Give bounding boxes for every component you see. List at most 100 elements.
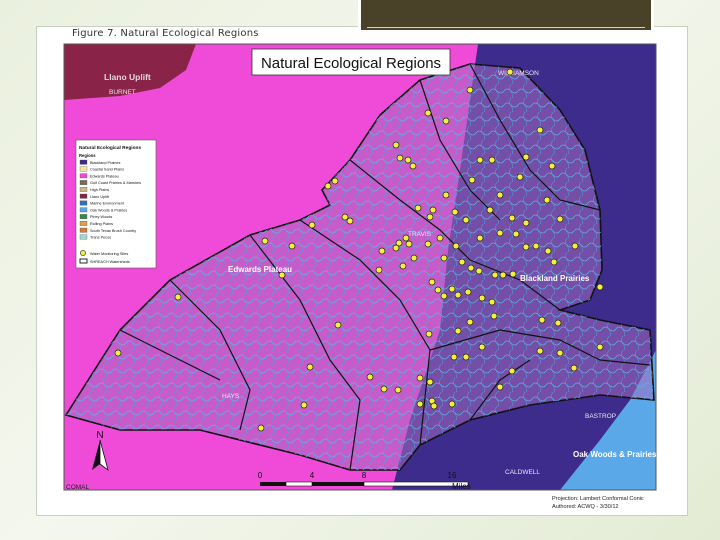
monitoring-site-marker <box>550 258 558 266</box>
legend-swatch <box>79 159 88 165</box>
monitoring-site-marker <box>571 242 579 250</box>
legend-swatch <box>79 214 88 219</box>
label-llano-uplift: Llano Uplift <box>104 72 151 82</box>
monitoring-site-marker <box>442 191 450 199</box>
monitoring-site-marker <box>278 271 286 279</box>
legend-swatch <box>79 187 88 192</box>
monitoring-site-marker <box>429 206 437 214</box>
monitoring-site-marker <box>516 173 524 181</box>
label-blackland-prairies: Blackland Prairies <box>520 274 590 283</box>
monitoring-site-marker <box>491 271 499 279</box>
monitoring-site-marker <box>440 254 448 262</box>
monitoring-site-marker <box>450 353 458 361</box>
legend-swatch <box>79 180 88 185</box>
legend-swatch <box>79 166 88 172</box>
monitoring-site-marker <box>451 208 459 216</box>
legend-swatch <box>79 234 88 240</box>
monitoring-site-marker <box>375 266 383 274</box>
monitoring-site-marker <box>522 153 530 161</box>
monitoring-site-marker <box>554 319 562 327</box>
monitoring-site-marker <box>366 373 374 381</box>
monitoring-site-marker <box>488 156 496 164</box>
monitoring-site-marker <box>454 291 462 299</box>
monitoring-site-marker <box>467 264 475 272</box>
monitoring-site-marker <box>466 318 474 326</box>
north-label: N <box>96 430 103 441</box>
monitoring-site-marker <box>556 349 564 357</box>
legend-watershed-symbol <box>79 258 88 264</box>
scale-tick-8: 8 <box>362 471 367 480</box>
monitoring-site-marker <box>436 234 444 242</box>
legend-item-label: Marine Environment <box>90 202 125 206</box>
legend-item-label: Oak Woods & Prairies <box>90 208 127 212</box>
monitoring-site-marker <box>496 191 504 199</box>
monitoring-site-marker <box>410 254 418 262</box>
monitoring-site-marker <box>486 206 494 214</box>
monitoring-site-marker <box>288 242 296 250</box>
monitoring-site-marker <box>414 204 422 212</box>
projection-text: Projection: Lambert Conformal Conic <box>552 496 644 502</box>
monitoring-site-marker <box>394 386 402 394</box>
map-title: Natural Ecological Regions <box>261 55 441 72</box>
monitoring-site-marker <box>428 278 436 286</box>
legend-item-label: Piney Woods <box>90 215 112 219</box>
scale-tick-0: 0 <box>258 471 263 480</box>
monitoring-site-marker <box>596 283 604 291</box>
monitoring-site-marker <box>402 234 410 242</box>
monitoring-site-marker <box>405 240 413 248</box>
legend-swatch <box>79 207 88 213</box>
monitoring-site-marker <box>468 176 476 184</box>
monitoring-site-marker <box>475 267 483 275</box>
monitoring-site-marker <box>324 182 332 190</box>
monitoring-site-marker <box>543 196 551 204</box>
legend-swatch <box>79 193 88 199</box>
label-oak-woods: Oak Woods & Prairies <box>573 450 657 459</box>
monitoring-site-marker <box>490 312 498 320</box>
monitoring-site-marker <box>476 156 484 164</box>
monitoring-site-marker <box>392 244 400 252</box>
monitoring-site-marker <box>426 213 434 221</box>
monitoring-site-marker <box>448 285 456 293</box>
monitoring-site-marker <box>306 363 314 371</box>
monitoring-site-marker <box>396 154 404 162</box>
monitoring-site-marker <box>508 367 516 375</box>
monitoring-site-marker <box>334 321 342 329</box>
county-caldwell: CALDWELL <box>505 469 540 476</box>
monitoring-site-marker <box>522 219 530 227</box>
legend-swatch <box>79 227 88 233</box>
monitoring-site-marker <box>425 330 433 338</box>
monitoring-site-marker <box>424 109 432 117</box>
legend-title: Natural Ecological Regions <box>79 145 141 151</box>
legend-item-label: Edwards Plateau <box>90 174 119 178</box>
monitoring-site-marker <box>404 156 412 164</box>
legend-item-label: High Plains <box>90 188 109 192</box>
monitoring-site-marker <box>308 221 316 229</box>
monitoring-site-marker <box>508 214 516 222</box>
legend-item-label: Llano Uplift <box>90 195 110 199</box>
monitoring-site-marker <box>448 400 456 408</box>
monitoring-site-marker <box>478 343 486 351</box>
monitoring-site-marker <box>462 216 470 224</box>
map-legend: Natural Ecological Regions Regions Black… <box>75 139 157 269</box>
monitoring-site-marker <box>538 316 546 324</box>
monitoring-site-marker <box>341 213 349 221</box>
monitoring-site-marker <box>476 234 484 242</box>
monitoring-site-marker <box>522 243 530 251</box>
monitoring-site-marker <box>532 242 540 250</box>
monitoring-site-marker <box>496 229 504 237</box>
monitoring-site-marker <box>424 240 432 248</box>
scale-unit: Miles <box>452 482 471 491</box>
monitoring-site-marker <box>257 424 265 432</box>
county-travis: TRAVIS <box>408 231 432 238</box>
legend-swatch <box>79 200 88 206</box>
county-bastrop: BASTROP <box>585 413 616 420</box>
monitoring-site-marker <box>499 271 507 279</box>
monitoring-site-marker <box>512 230 520 238</box>
monitoring-site-marker <box>466 86 474 94</box>
county-comal: COMAL <box>66 484 90 491</box>
monitoring-site-marker <box>454 327 462 335</box>
legend-swatch <box>79 221 88 226</box>
county-williamson: WILLIAMSON <box>498 70 539 77</box>
monitoring-site-marker <box>496 383 504 391</box>
monitoring-site-marker <box>442 117 450 125</box>
